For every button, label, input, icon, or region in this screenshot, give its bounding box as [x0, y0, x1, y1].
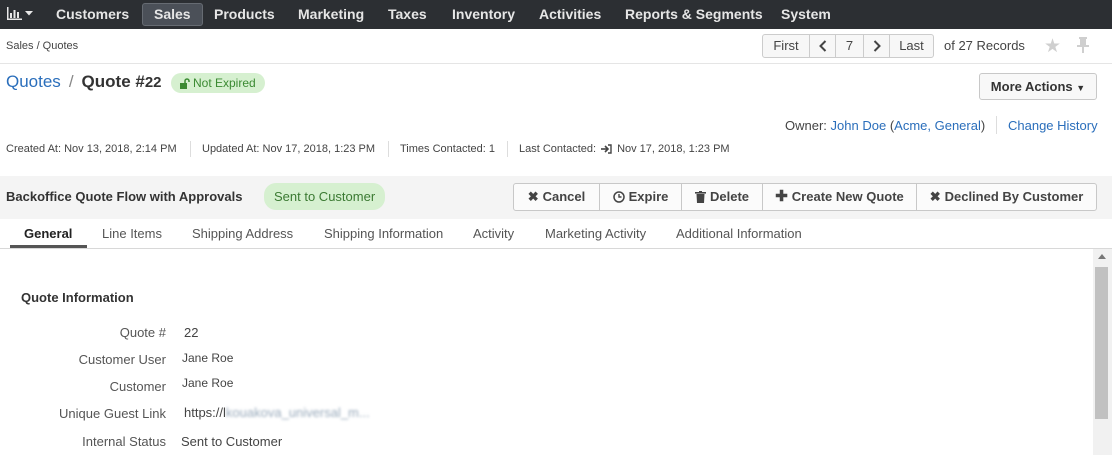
trash-icon — [694, 191, 706, 203]
caret-down-icon: ▼ — [1076, 83, 1086, 93]
plus-icon: ✚ — [775, 188, 788, 205]
scrollbar-thumb[interactable] — [1095, 267, 1108, 419]
star-icon[interactable]: ★ — [1044, 35, 1061, 58]
field-value-quote-number: 22 — [184, 325, 199, 340]
tab-activity[interactable]: Activity — [473, 226, 514, 241]
quote-number: 22 — [144, 74, 162, 91]
nav-system[interactable]: System — [770, 3, 842, 26]
record-pager: First 7 Last — [762, 34, 934, 58]
owner-label: Owner: — [785, 118, 827, 133]
divider — [0, 248, 1112, 249]
nav-taxes[interactable]: Taxes — [377, 3, 438, 26]
title-separator: / — [68, 72, 74, 91]
customer-link[interactable]: Jane Roe — [182, 376, 233, 390]
more-actions-label: More Actions — [990, 79, 1073, 94]
status-badge-label: Not Expired — [193, 76, 256, 90]
field-value-internal-status: Sent to Customer — [181, 434, 283, 449]
cancel-label: Cancel — [542, 189, 586, 204]
last-contacted: Last Contacted: Nov 17, 2018, 1:23 PM — [519, 143, 730, 155]
tab-shipping-information[interactable]: Shipping Information — [324, 226, 443, 241]
field-label-quote-number: Quote # — [119, 325, 166, 340]
workflow-actions: ✖ Cancel Expire Delete ✚ Create New Quot… — [513, 183, 1097, 211]
updated-at: Updated At: Nov 17, 2018, 1:23 PM — [202, 143, 376, 155]
tab-general[interactable]: General — [24, 226, 72, 241]
divider — [507, 141, 508, 157]
clock-icon — [612, 191, 625, 203]
quote-label: Quote # — [81, 72, 145, 91]
divider — [996, 116, 997, 134]
section-title: Quote Information — [21, 290, 134, 305]
nav-inventory[interactable]: Inventory — [441, 3, 526, 26]
nav-activities[interactable]: Activities — [528, 3, 612, 26]
expire-label: Expire — [628, 189, 669, 204]
expire-button[interactable]: Expire — [600, 184, 682, 210]
bar-chart-icon — [7, 7, 22, 20]
chevron-right-icon — [873, 40, 881, 52]
status-badge: Not Expired — [171, 73, 265, 93]
scroll-up-arrow-icon[interactable] — [1098, 254, 1106, 259]
quotes-link[interactable]: Quotes — [6, 72, 61, 92]
delete-label: Delete — [709, 189, 750, 204]
workflow-step-badge: Sent to Customer — [264, 183, 386, 210]
more-actions-button[interactable]: More Actions ▼ — [979, 73, 1097, 100]
customer-user-link[interactable]: Jane Roe — [182, 351, 233, 365]
field-label-guest-link: Unique Guest Link — [59, 406, 166, 421]
declined-by-customer-button[interactable]: ✖ Declined By Customer — [917, 184, 1096, 210]
times-contacted: Times Contacted: 1 — [400, 143, 495, 155]
close-icon: ✖ — [929, 189, 941, 204]
delete-button[interactable]: Delete — [682, 184, 763, 210]
quote-name: Quote #22 — [82, 72, 162, 92]
close-icon: ✖ — [527, 189, 539, 204]
unlock-icon — [180, 77, 190, 89]
divider — [388, 141, 389, 157]
nav-marketing[interactable]: Marketing — [287, 3, 375, 26]
created-at: Created At: Nov 13, 2018, 2:14 PM — [6, 143, 177, 155]
pager-current-page[interactable]: 7 — [836, 35, 864, 57]
tab-line-items[interactable]: Line Items — [102, 226, 162, 241]
change-history-link[interactable]: Change History — [1008, 118, 1098, 133]
create-new-quote-label: Create New Quote — [791, 189, 904, 204]
dashboard-menu[interactable] — [7, 7, 33, 20]
divider — [0, 63, 1112, 64]
nav-customers[interactable]: Customers — [45, 3, 140, 26]
pager-last-button[interactable]: Last — [890, 35, 933, 57]
pager-first-button[interactable]: First — [763, 35, 810, 57]
tab-marketing-activity[interactable]: Marketing Activity — [545, 226, 646, 241]
divider — [190, 141, 191, 157]
cancel-button[interactable]: ✖ Cancel — [514, 184, 600, 210]
nav-reports-segments[interactable]: Reports & Segments — [614, 3, 774, 26]
create-new-quote-button[interactable]: ✚ Create New Quote — [763, 184, 917, 210]
nav-products[interactable]: Products — [203, 3, 286, 26]
nav-sales[interactable]: Sales — [142, 3, 203, 26]
page-title: Quotes / Quote #22 — [6, 72, 162, 92]
owner-org-close: ) — [980, 118, 986, 133]
caret-down-icon — [25, 11, 33, 16]
declined-by-customer-label: Declined By Customer — [944, 189, 1084, 204]
last-contacted-label: Last Contacted: — [519, 143, 597, 155]
guest-link-obscured: kouakova_universal_m... — [225, 405, 370, 420]
sign-in-icon — [601, 144, 612, 154]
owner-link[interactable]: John Doe — [831, 118, 887, 133]
chevron-left-icon — [818, 40, 826, 52]
owner-org-link[interactable]: Acme, General — [894, 118, 981, 133]
tab-additional-information[interactable]: Additional Information — [676, 226, 802, 241]
field-label-internal-status: Internal Status — [82, 434, 166, 449]
pin-icon[interactable] — [1076, 37, 1090, 53]
field-label-customer: Customer — [109, 379, 166, 394]
pager-next-button[interactable] — [864, 35, 890, 57]
guest-link[interactable]: https://lkouakova_universal_m... — [184, 405, 370, 420]
field-label-customer-user: Customer User — [78, 352, 166, 367]
owner: Owner: John Doe (Acme, General) — [785, 118, 985, 133]
pager-prev-button[interactable] — [810, 35, 836, 57]
tab-shipping-address[interactable]: Shipping Address — [192, 226, 293, 241]
breadcrumb: Sales / Quotes — [6, 40, 79, 52]
top-navigation: Customers Sales Products Marketing Taxes… — [0, 0, 1112, 29]
records-count: of 27 Records — [944, 38, 1025, 53]
last-contacted-value: Nov 17, 2018, 1:23 PM — [617, 143, 730, 155]
workflow-name: Backoffice Quote Flow with Approvals — [6, 189, 243, 204]
guest-link-prefix: https://l — [184, 405, 226, 420]
